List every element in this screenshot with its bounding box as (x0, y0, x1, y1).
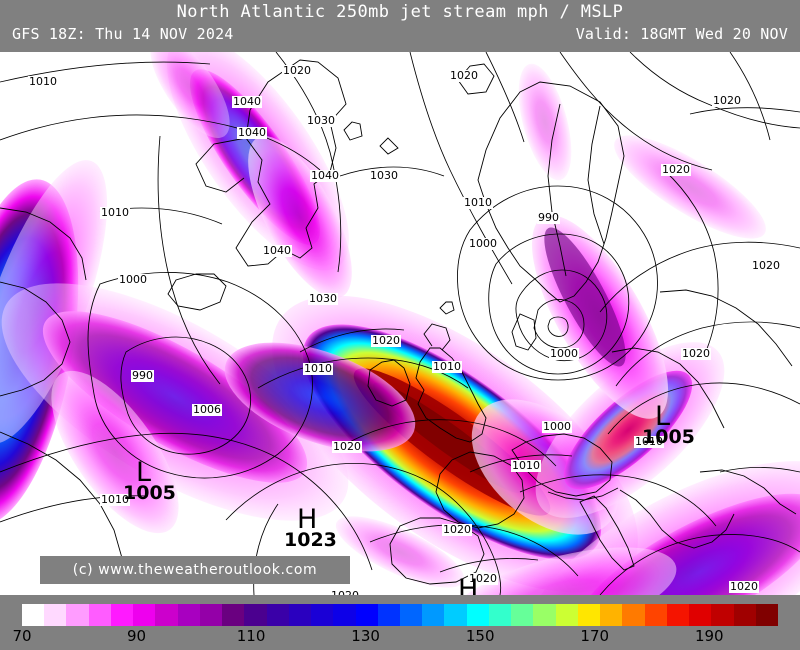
colorbar-swatch (44, 604, 67, 626)
isobar-label: 1010 (463, 196, 493, 209)
weather-map-page: North Atlantic 250mb jet stream mph / MS… (0, 0, 800, 650)
colorbar-swatch (444, 604, 467, 626)
colorbar-swatch (244, 604, 267, 626)
isobar-label: 1020 (332, 440, 362, 453)
colorbar-swatch (755, 604, 778, 626)
isobar-label: 1020 (751, 259, 781, 272)
isobar-label: 1000 (118, 273, 148, 286)
isobar-label: 1040 (262, 244, 292, 257)
colorbar-swatch (199, 604, 223, 626)
watermark-text: (c) www.theweatheroutlook.com (72, 562, 318, 578)
colorbar-swatch (399, 604, 423, 626)
colorbar-swatch (110, 604, 134, 626)
isobar-label: 1010 (511, 459, 541, 472)
map-canvas[interactable]: 1010 1020 1020 1040 1030 1020 1040 1030 1040 1010… (0, 52, 800, 595)
isobar-label: 1040 (310, 169, 340, 182)
colorbar-swatch (600, 604, 623, 626)
colorbar-tick: 90 (126, 627, 147, 645)
isobar-label: 1040 (232, 95, 262, 108)
low-centre-value: 1005 (642, 426, 695, 448)
colorbar-swatch (66, 604, 89, 626)
isobar-label: 1030 (306, 114, 336, 127)
colorbar-swatch (22, 604, 45, 626)
isobar-label: 1020 (371, 334, 401, 347)
high-centre-marker: H (458, 574, 479, 595)
high-centre-value: 1023 (284, 529, 337, 551)
colorbar-swatch (288, 604, 312, 626)
isobar-label: 1010 (28, 75, 58, 88)
isobar-label: 1030 (369, 169, 399, 182)
colorbar-swatch (466, 604, 489, 626)
colorbar-swatch (355, 604, 378, 626)
model-run-label: GFS 18Z: Thu 14 NOV 2024 (12, 25, 234, 43)
low-centre-value: 1005 (123, 482, 176, 504)
isobar-label: 1020 (282, 64, 312, 77)
header-bar: North Atlantic 250mb jet stream mph / MS… (0, 0, 800, 52)
watermark: (c) www.theweatheroutlook.com (40, 556, 350, 584)
isobar-label: 1040 (237, 126, 267, 139)
colorbar-swatch (377, 604, 400, 626)
isobar-label: 1020 (729, 580, 759, 593)
isobar-label: 1010 (303, 362, 333, 375)
isobar-label: 990 (537, 211, 560, 224)
colorbar-tick: 170 (580, 627, 610, 645)
isobar-label: 1030 (308, 292, 338, 305)
colorbar-swatch (222, 604, 245, 626)
isobar-label: 990 (131, 369, 154, 382)
colorbar-panel: 70 90 110 130 150 170 190 (0, 595, 800, 650)
colorbar-swatch (488, 604, 512, 626)
colorbar-gradient (22, 604, 778, 626)
isobar-label: 1020 (681, 347, 711, 360)
isobar-label: 1020 (712, 94, 742, 107)
colorbar-swatch (644, 604, 667, 626)
isobar-label: 1020 (449, 69, 479, 82)
colorbar-swatch (333, 604, 356, 626)
colorbar-tick: 70 (12, 627, 32, 645)
page-title: North Atlantic 250mb jet stream mph / MS… (176, 2, 624, 22)
colorbar-tick: 150 (465, 627, 495, 645)
colorbar-swatch (622, 604, 645, 626)
colorbar-swatch (133, 604, 156, 626)
colorbar-swatch (511, 604, 534, 626)
map-graphic (0, 52, 800, 595)
colorbar-swatch (533, 604, 556, 626)
colorbar-tick: 190 (694, 627, 724, 645)
colorbar-swatch (311, 604, 334, 626)
colorbar-swatch (577, 604, 601, 626)
isobar-label: 1010 (432, 360, 462, 373)
colorbar-swatch (733, 604, 756, 626)
colorbar-swatch (177, 604, 200, 626)
isobar-label: 1020 (442, 523, 472, 536)
colorbar-swatch (666, 604, 690, 626)
colorbar-swatch (689, 604, 712, 626)
isobar-label: 1000 (542, 420, 572, 433)
valid-time-label: Valid: 18GMT Wed 20 NOV (575, 25, 788, 43)
isobar-label: 1020 (661, 163, 691, 176)
colorbar-tick: 110 (236, 627, 266, 645)
colorbar-tick-labels: 70 90 110 130 150 170 190 (0, 627, 800, 649)
colorbar-swatch (422, 604, 445, 626)
colorbar-swatch (555, 604, 578, 626)
colorbar-swatch (155, 604, 178, 626)
isobar-label: 1000 (549, 347, 579, 360)
isobar-label: 1000 (468, 237, 498, 250)
colorbar-swatch (266, 604, 289, 626)
colorbar-tick: 130 (351, 627, 380, 645)
isobar-label: 1010 (100, 206, 130, 219)
isobar-label: 1006 (192, 403, 222, 416)
colorbar-swatch (711, 604, 734, 626)
colorbar-swatch (88, 604, 111, 626)
